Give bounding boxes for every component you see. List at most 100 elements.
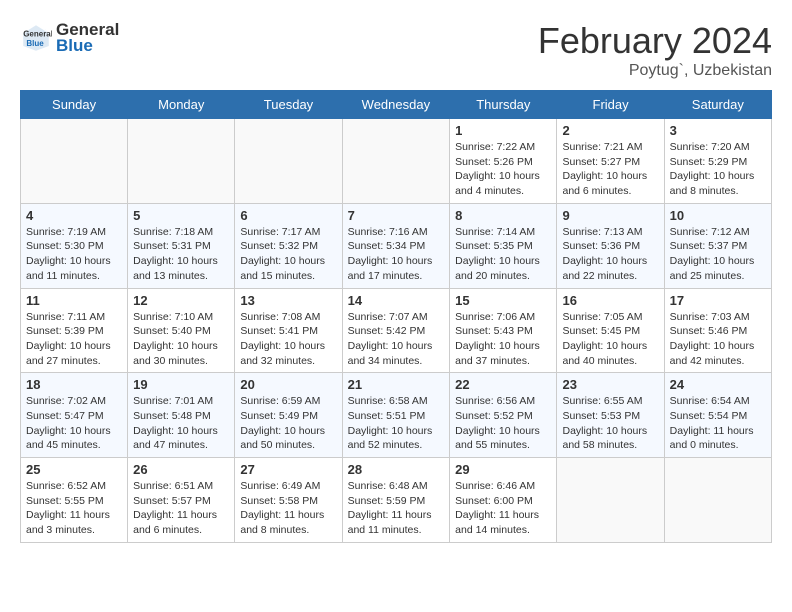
logo-icon: General Blue <box>20 22 52 54</box>
day-number: 28 <box>348 462 445 477</box>
week-row-1: 1Sunrise: 7:22 AM Sunset: 5:26 PM Daylig… <box>21 119 772 204</box>
day-number: 19 <box>133 377 229 392</box>
day-cell-10: 10 Sunrise: 7:12 AM Sunset: 5:37 PM Dayli… <box>664 203 771 288</box>
day-cell-1: 1Sunrise: 7:22 AM Sunset: 5:26 PM Daylig… <box>450 119 557 204</box>
day-cell-28: 28 Sunrise: 6:48 AM Sunset: 5:59 PM Dayli… <box>342 458 450 543</box>
empty-cell <box>21 119 128 204</box>
day-cell-23: 23Sunrise: 6:55 AM Sunset: 5:53 PM Dayli… <box>557 373 664 458</box>
day-cell-16: 16Sunrise: 7:05 AM Sunset: 5:45 PM Dayli… <box>557 288 664 373</box>
day-cell-26: 26 Sunrise: 6:51 AM Sunset: 5:57 PM Dayli… <box>128 458 235 543</box>
day-number: 14 <box>348 293 445 308</box>
day-header-tuesday: Tuesday <box>235 91 342 119</box>
day-info: Sunrise: 7:13 AM Sunset: 5:36 PM Dayligh… <box>562 225 658 284</box>
empty-cell <box>664 458 771 543</box>
day-number: 2 <box>562 123 658 138</box>
day-number: 25 <box>26 462 122 477</box>
day-number: 21 <box>348 377 445 392</box>
day-cell-22: 22 Sunrise: 6:56 AM Sunset: 5:52 PM Dayli… <box>450 373 557 458</box>
day-number: 17 <box>670 293 766 308</box>
day-info: Sunrise: 6:49 AM Sunset: 5:58 PM Dayligh… <box>240 479 336 538</box>
day-info: Sunrise: 7:12 AM Sunset: 5:37 PM Dayligh… <box>670 225 766 284</box>
empty-cell <box>557 458 664 543</box>
week-row-4: 18 Sunrise: 7:02 AM Sunset: 5:47 PM Dayli… <box>21 373 772 458</box>
day-info: Sunrise: 6:51 AM Sunset: 5:57 PM Dayligh… <box>133 479 229 538</box>
day-info: Sunrise: 6:48 AM Sunset: 5:59 PM Dayligh… <box>348 479 445 538</box>
day-info: Sunrise: 6:52 AM Sunset: 5:55 PM Dayligh… <box>26 479 122 538</box>
day-number: 26 <box>133 462 229 477</box>
day-info: Sunrise: 6:54 AM Sunset: 5:54 PM Dayligh… <box>670 394 766 453</box>
day-cell-2: 2 Sunrise: 7:21 AM Sunset: 5:27 PM Daylig… <box>557 119 664 204</box>
day-number: 13 <box>240 293 336 308</box>
empty-cell <box>128 119 235 204</box>
day-cell-15: 15 Sunrise: 7:06 AM Sunset: 5:43 PM Dayli… <box>450 288 557 373</box>
day-info: Sunrise: 7:17 AM Sunset: 5:32 PM Dayligh… <box>240 225 336 284</box>
day-info: Sunrise: 7:20 AM Sunset: 5:29 PM Dayligh… <box>670 140 766 199</box>
svg-text:General: General <box>23 29 52 38</box>
page-header: General Blue General Blue February 2024 … <box>20 20 772 80</box>
day-number: 20 <box>240 377 336 392</box>
day-cell-12: 12 Sunrise: 7:10 AM Sunset: 5:40 PM Dayli… <box>128 288 235 373</box>
day-info: Sunrise: 7:06 AM Sunset: 5:43 PM Dayligh… <box>455 310 551 369</box>
calendar-table: SundayMondayTuesdayWednesdayThursdayFrid… <box>20 90 772 543</box>
day-info: Sunrise: 7:07 AM Sunset: 5:42 PM Dayligh… <box>348 310 445 369</box>
days-header-row: SundayMondayTuesdayWednesdayThursdayFrid… <box>21 91 772 119</box>
day-number: 8 <box>455 208 551 223</box>
svg-text:Blue: Blue <box>26 39 44 48</box>
day-number: 11 <box>26 293 122 308</box>
week-row-5: 25 Sunrise: 6:52 AM Sunset: 5:55 PM Dayli… <box>21 458 772 543</box>
day-cell-14: 14 Sunrise: 7:07 AM Sunset: 5:42 PM Dayli… <box>342 288 450 373</box>
day-cell-29: 29Sunrise: 6:46 AM Sunset: 6:00 PM Dayli… <box>450 458 557 543</box>
day-cell-27: 27 Sunrise: 6:49 AM Sunset: 5:58 PM Dayli… <box>235 458 342 543</box>
day-cell-8: 8Sunrise: 7:14 AM Sunset: 5:35 PM Daylig… <box>450 203 557 288</box>
day-number: 15 <box>455 293 551 308</box>
day-info: Sunrise: 7:21 AM Sunset: 5:27 PM Dayligh… <box>562 140 658 199</box>
empty-cell <box>342 119 450 204</box>
day-cell-13: 13 Sunrise: 7:08 AM Sunset: 5:41 PM Dayli… <box>235 288 342 373</box>
day-header-monday: Monday <box>128 91 235 119</box>
day-cell-21: 21Sunrise: 6:58 AM Sunset: 5:51 PM Dayli… <box>342 373 450 458</box>
day-number: 6 <box>240 208 336 223</box>
day-info: Sunrise: 7:01 AM Sunset: 5:48 PM Dayligh… <box>133 394 229 453</box>
day-number: 22 <box>455 377 551 392</box>
day-info: Sunrise: 7:18 AM Sunset: 5:31 PM Dayligh… <box>133 225 229 284</box>
day-cell-24: 24 Sunrise: 6:54 AM Sunset: 5:54 PM Dayli… <box>664 373 771 458</box>
day-cell-19: 19 Sunrise: 7:01 AM Sunset: 5:48 PM Dayli… <box>128 373 235 458</box>
day-cell-6: 6 Sunrise: 7:17 AM Sunset: 5:32 PM Daylig… <box>235 203 342 288</box>
day-info: Sunrise: 6:56 AM Sunset: 5:52 PM Dayligh… <box>455 394 551 453</box>
day-number: 5 <box>133 208 229 223</box>
day-cell-4: 4 Sunrise: 7:19 AM Sunset: 5:30 PM Daylig… <box>21 203 128 288</box>
day-info: Sunrise: 7:03 AM Sunset: 5:46 PM Dayligh… <box>670 310 766 369</box>
day-cell-20: 20 Sunrise: 6:59 AM Sunset: 5:49 PM Dayli… <box>235 373 342 458</box>
day-number: 10 <box>670 208 766 223</box>
day-info: Sunrise: 7:22 AM Sunset: 5:26 PM Dayligh… <box>455 140 551 199</box>
day-number: 24 <box>670 377 766 392</box>
day-number: 9 <box>562 208 658 223</box>
day-number: 18 <box>26 377 122 392</box>
day-info: Sunrise: 7:10 AM Sunset: 5:40 PM Dayligh… <box>133 310 229 369</box>
day-info: Sunrise: 6:59 AM Sunset: 5:49 PM Dayligh… <box>240 394 336 453</box>
day-cell-18: 18 Sunrise: 7:02 AM Sunset: 5:47 PM Dayli… <box>21 373 128 458</box>
title-block: February 2024 Poytug`, Uzbekistan <box>538 20 772 80</box>
day-number: 23 <box>562 377 658 392</box>
day-header-sunday: Sunday <box>21 91 128 119</box>
week-row-3: 11 Sunrise: 7:11 AM Sunset: 5:39 PM Dayli… <box>21 288 772 373</box>
day-number: 3 <box>670 123 766 138</box>
day-info: Sunrise: 7:08 AM Sunset: 5:41 PM Dayligh… <box>240 310 336 369</box>
day-header-wednesday: Wednesday <box>342 91 450 119</box>
day-info: Sunrise: 7:02 AM Sunset: 5:47 PM Dayligh… <box>26 394 122 453</box>
week-row-2: 4 Sunrise: 7:19 AM Sunset: 5:30 PM Daylig… <box>21 203 772 288</box>
day-cell-3: 3 Sunrise: 7:20 AM Sunset: 5:29 PM Daylig… <box>664 119 771 204</box>
day-info: Sunrise: 7:19 AM Sunset: 5:30 PM Dayligh… <box>26 225 122 284</box>
empty-cell <box>235 119 342 204</box>
day-header-saturday: Saturday <box>664 91 771 119</box>
day-cell-17: 17 Sunrise: 7:03 AM Sunset: 5:46 PM Dayli… <box>664 288 771 373</box>
day-info: Sunrise: 7:11 AM Sunset: 5:39 PM Dayligh… <box>26 310 122 369</box>
day-number: 16 <box>562 293 658 308</box>
day-cell-25: 25 Sunrise: 6:52 AM Sunset: 5:55 PM Dayli… <box>21 458 128 543</box>
day-header-friday: Friday <box>557 91 664 119</box>
day-number: 27 <box>240 462 336 477</box>
day-number: 12 <box>133 293 229 308</box>
day-info: Sunrise: 7:16 AM Sunset: 5:34 PM Dayligh… <box>348 225 445 284</box>
day-number: 4 <box>26 208 122 223</box>
day-cell-11: 11 Sunrise: 7:11 AM Sunset: 5:39 PM Dayli… <box>21 288 128 373</box>
